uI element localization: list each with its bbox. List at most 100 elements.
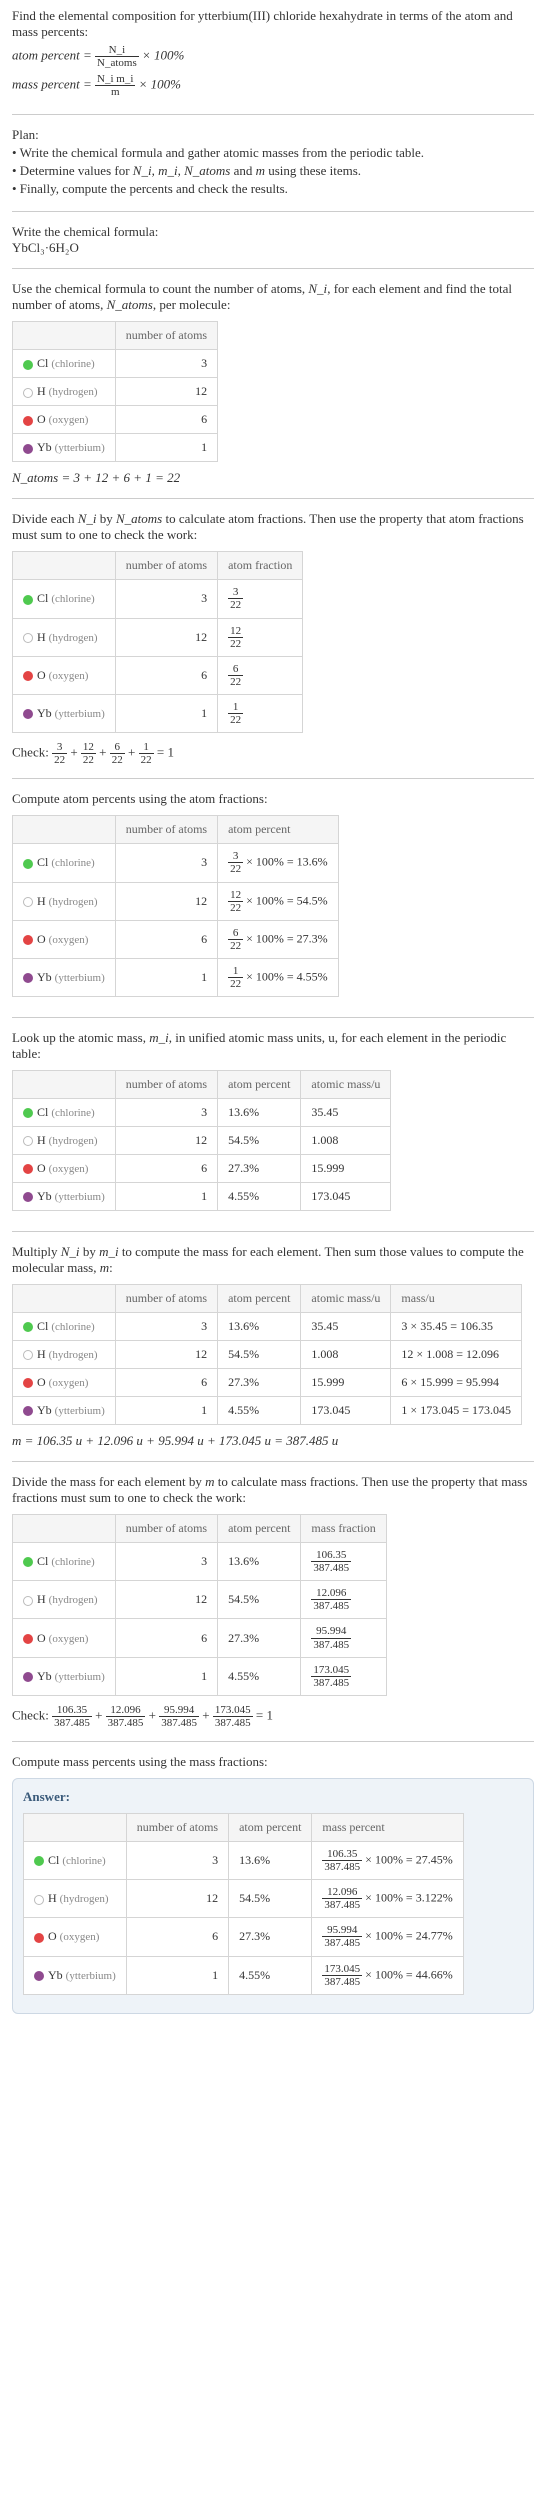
frac-d: 22 <box>228 863 243 875</box>
table-row: O (oxygen)627.3%15.999 <box>13 1155 391 1183</box>
eq2-num: N_i m_i <box>95 73 135 86</box>
frac-n: 1 <box>228 965 243 978</box>
frac-n: 3 <box>228 586 243 599</box>
frac-n: 12.096 <box>106 1704 146 1717</box>
el-name: (ytterbium) <box>55 708 105 720</box>
mm-b: N_i <box>61 1244 80 1259</box>
col-atom-percent: atom percent <box>218 1285 301 1313</box>
dot-icon <box>34 1933 44 1943</box>
frac: 1222 <box>81 741 96 766</box>
el-sym: H <box>37 1592 46 1606</box>
cell-pct: 54.5% <box>218 1581 301 1619</box>
cell-calc: 12 × 1.008 = 12.096 <box>391 1341 522 1369</box>
plan-b2-a: • Determine values for <box>12 163 133 178</box>
af-d: N_atoms <box>116 511 162 526</box>
table-row: O (oxygen)627.3%95.994387.485 × 100% = 2… <box>24 1918 464 1956</box>
el-sym: Cl <box>37 855 48 869</box>
cell-pct: 54.5% <box>218 1341 301 1369</box>
table-row: Cl (chlorine)3322 × 100% = 13.6% <box>13 844 339 882</box>
frac: 12.096387.485 <box>106 1704 146 1729</box>
pct-result: × 100% = 27.45% <box>365 1852 453 1866</box>
dot-icon <box>23 1406 33 1416</box>
chemical-formula: YbCl₃·6H₂O <box>12 240 534 256</box>
cell-atoms: 1 <box>115 694 217 732</box>
am-a: Look up the atomic mass, <box>12 1030 149 1045</box>
frac: 173.045387.485 <box>213 1704 253 1729</box>
answer-table: number of atomsatom percentmass percent … <box>23 1813 464 1995</box>
frac-n: 12 <box>228 889 243 902</box>
frac-d: 387.485 <box>311 1677 351 1689</box>
frac-n: 6 <box>110 741 125 754</box>
el-sym: Yb <box>37 440 52 454</box>
col-atom-percent: atom percent <box>218 1515 301 1543</box>
dot-icon <box>23 859 33 869</box>
col-atomic-mass: atomic mass/u <box>301 1071 391 1099</box>
cell-atoms: 6 <box>126 1918 228 1956</box>
frac-d: 387.485 <box>159 1717 199 1729</box>
el-sym: Yb <box>37 1669 52 1683</box>
frac-n: 12.096 <box>311 1587 351 1600</box>
frac: 122 <box>139 741 154 766</box>
cell-atoms: 12 <box>115 618 217 656</box>
dot-icon <box>23 1350 33 1360</box>
cell-pct: 4.55% <box>229 1956 312 1994</box>
table-row: Yb (ytterbium)14.55%173.045387.485 <box>13 1657 387 1695</box>
dot-icon <box>23 1557 33 1567</box>
el-sym: Cl <box>37 1105 48 1119</box>
plan-b2-b: N_i, m_i, N_atoms <box>133 163 231 178</box>
mf-a: Divide the mass for each element by <box>12 1474 205 1489</box>
massfrac-section: Divide the mass for each element by m to… <box>12 1474 534 1742</box>
frac: 106.35387.485 <box>322 1848 362 1873</box>
eq2-den: m <box>95 86 135 98</box>
cell-atoms: 3 <box>115 1313 217 1341</box>
frac-d: 387.485 <box>52 1717 92 1729</box>
frac-d: 22 <box>228 978 243 990</box>
dot-icon <box>23 671 33 681</box>
pct-result: × 100% = 4.55% <box>246 969 328 983</box>
dot-icon <box>23 1322 33 1332</box>
el-sym: O <box>37 1161 46 1175</box>
col-number-of-atoms: number of atoms <box>115 1285 217 1313</box>
count-a: Use the chemical formula to count the nu… <box>12 281 308 296</box>
cell-atoms: 12 <box>115 1581 217 1619</box>
frac: 95.994387.485 <box>159 1704 199 1729</box>
intro-section: Find the elemental composition for ytter… <box>12 8 534 115</box>
question-text: Find the elemental composition for ytter… <box>12 8 534 40</box>
el-sym: O <box>48 1929 57 1943</box>
pct-result: × 100% = 27.3% <box>246 931 328 945</box>
dot-icon <box>34 1971 44 1981</box>
table-header-row: number of atomsatom fraction <box>13 552 303 580</box>
molmass-text: Multiply N_i by m_i to compute the mass … <box>12 1244 534 1276</box>
table-row: Yb (ytterbium)14.55%173.045387.485 × 100… <box>24 1956 464 1994</box>
cell-atoms: 3 <box>115 1543 217 1581</box>
frac: 122 <box>228 701 243 726</box>
frac-d: 22 <box>228 638 243 650</box>
pct-result: × 100% = 13.6% <box>246 855 328 869</box>
pct-result: × 100% = 54.5% <box>246 893 328 907</box>
frac: 622 <box>110 741 125 766</box>
dot-icon <box>23 444 33 454</box>
table-header-row: number of atoms <box>13 322 218 350</box>
el-sym: Cl <box>37 356 48 370</box>
el-sym: Yb <box>37 1189 52 1203</box>
cell-mass: 173.045 <box>301 1183 391 1211</box>
table-row: O (oxygen)6622 × 100% = 27.3% <box>13 920 339 958</box>
cell-pct: 27.3% <box>218 1155 301 1183</box>
el-name: (oxygen) <box>60 1931 100 1943</box>
cell-pct: 4.55% <box>218 1183 301 1211</box>
table-row: Yb (ytterbium)14.55%173.0451 × 173.045 =… <box>13 1397 522 1425</box>
el-sym: H <box>37 1347 46 1361</box>
cell-atoms: 6 <box>115 920 217 958</box>
plan-b2-c: and <box>230 163 255 178</box>
col-number-of-atoms: number of atoms <box>115 1071 217 1099</box>
cell-mass: 35.45 <box>301 1313 391 1341</box>
frac-n: 106.35 <box>322 1848 362 1861</box>
atomic-mass-section: Look up the atomic mass, m_i, in unified… <box>12 1030 534 1232</box>
atomfrac-check: Check: 322 + 1222 + 622 + 122 = 1 <box>12 741 534 766</box>
cell-atoms: 3 <box>115 580 217 618</box>
table-header-row: number of atomsatom percentatomic mass/u <box>13 1071 391 1099</box>
frac: 322 <box>228 850 243 875</box>
col-mass-fraction: mass fraction <box>301 1515 386 1543</box>
el-name: (ytterbium) <box>55 442 105 454</box>
answer-label: Answer: <box>23 1789 523 1805</box>
